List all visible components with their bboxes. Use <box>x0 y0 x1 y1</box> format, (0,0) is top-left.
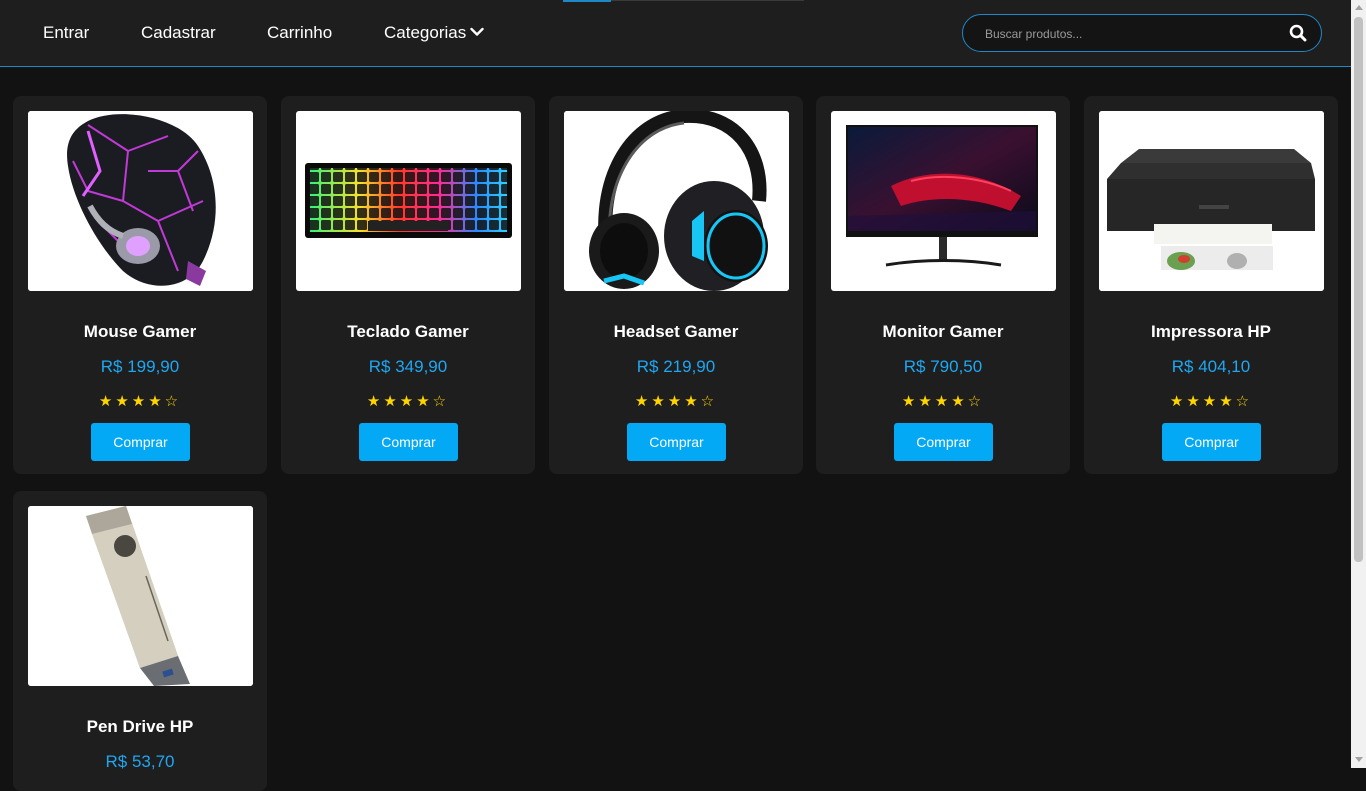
chevron-down-icon <box>470 27 484 36</box>
product-name: Impressora HP <box>1151 322 1271 341</box>
product-image-headset <box>564 111 789 291</box>
product-rating: ★★★★☆ <box>1169 392 1253 410</box>
search-input[interactable] <box>985 24 1265 44</box>
product-image-monitor <box>831 111 1056 291</box>
product-rating: ★★★★☆ <box>98 392 182 410</box>
product-price: R$ 790,50 <box>903 357 983 376</box>
product-card-mouse: Mouse Gamer R$ 199,90 ★★★★☆ Comprar <box>13 96 267 474</box>
search-bar <box>962 14 1322 52</box>
scrollbar-thumb[interactable] <box>1354 17 1363 562</box>
product-card-keyboard: Teclado Gamer R$ 349,90 ★★★★☆ Comprar <box>281 96 535 474</box>
product-image-mouse <box>28 111 253 291</box>
product-name: Pen Drive HP <box>86 717 194 736</box>
product-rating: ★★★★☆ <box>634 392 718 410</box>
nav-login-link[interactable]: Entrar <box>43 23 89 43</box>
buy-button[interactable]: Comprar <box>359 423 458 461</box>
product-name: Headset Gamer <box>613 322 739 341</box>
scroll-up-arrow[interactable] <box>1355 5 1363 10</box>
scroll-down-arrow[interactable] <box>1355 757 1363 762</box>
product-rating: ★★★★☆ <box>366 392 450 410</box>
nav-register-link[interactable]: Cadastrar <box>141 23 216 43</box>
product-name: Monitor Gamer <box>882 322 1004 341</box>
product-image-keyboard <box>296 111 521 291</box>
product-price: R$ 53,70 <box>105 752 175 771</box>
page-scrollbar[interactable] <box>1351 0 1366 768</box>
buy-button[interactable]: Comprar <box>91 423 190 461</box>
header-divider <box>611 0 804 1</box>
product-price: R$ 404,10 <box>1171 357 1251 376</box>
buy-button[interactable]: Comprar <box>894 423 993 461</box>
product-price: R$ 349,90 <box>368 357 448 376</box>
product-image-printer <box>1099 111 1324 291</box>
product-price: R$ 219,90 <box>636 357 716 376</box>
nav-cart-link[interactable]: Carrinho <box>267 23 332 43</box>
product-card-monitor: Monitor Gamer R$ 790,50 ★★★★☆ Comprar <box>816 96 1070 474</box>
top-navbar: Entrar Cadastrar Carrinho Categorias <box>0 0 1351 67</box>
product-price: R$ 199,90 <box>100 357 180 376</box>
search-icon[interactable] <box>1289 24 1307 42</box>
nav-categories-label: Categorias <box>384 23 467 42</box>
nav-categories-dropdown[interactable]: Categorias <box>384 23 484 43</box>
buy-button[interactable]: Comprar <box>1162 423 1261 461</box>
active-indicator <box>563 0 611 2</box>
product-name: Mouse Gamer <box>83 322 197 341</box>
product-card-printer: Impressora HP R$ 404,10 ★★★★☆ Comprar <box>1084 96 1338 474</box>
product-rating: ★★★★☆ <box>901 392 985 410</box>
product-card-pendrive: Pen Drive HP R$ 53,70 <box>13 491 267 791</box>
product-card-headset: Headset Gamer R$ 219,90 ★★★★☆ Comprar <box>549 96 803 474</box>
product-name: Teclado Gamer <box>347 322 469 341</box>
buy-button[interactable]: Comprar <box>627 423 726 461</box>
product-image-pendrive <box>28 506 253 686</box>
